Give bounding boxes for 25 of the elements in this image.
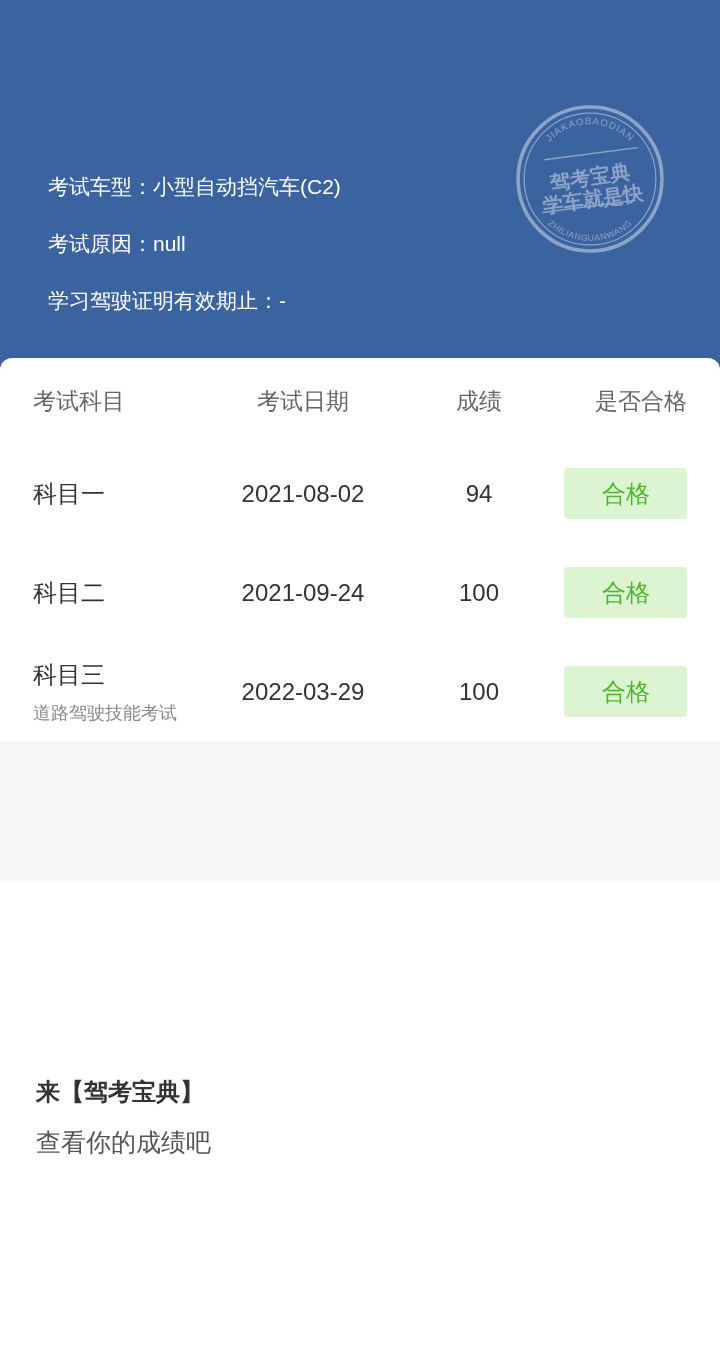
result-badge: 合格 bbox=[564, 567, 687, 618]
exam-date: 2021-09-24 bbox=[241, 578, 365, 607]
result-badge: 合格 bbox=[564, 666, 687, 717]
field-value: 小型自动挡汽车(C2) bbox=[153, 175, 341, 198]
promo-title: 来【驾考宝典】 bbox=[36, 1077, 205, 1107]
column-header: 成绩 bbox=[456, 386, 502, 416]
column-header: 考试科目 bbox=[33, 386, 125, 416]
result-badge: 合格 bbox=[564, 468, 687, 519]
exam-score: 94 bbox=[465, 479, 493, 508]
exam-score: 100 bbox=[458, 677, 499, 706]
field-value: - bbox=[279, 289, 286, 312]
subject-name: 科目二 bbox=[33, 577, 105, 608]
field-value: null bbox=[153, 232, 186, 255]
exam-score: 100 bbox=[458, 578, 499, 607]
exam-date: 2021-08-02 bbox=[241, 479, 365, 508]
subject-note: 道路驾驶技能考试 bbox=[33, 701, 177, 725]
subject-name: 科目三 bbox=[33, 659, 105, 690]
promo-subtitle: 查看你的成绩吧 bbox=[36, 1127, 212, 1158]
subject-name: 科目一 bbox=[33, 478, 105, 509]
field-label: 学习驾驶证明有效期止： bbox=[48, 289, 279, 312]
field-label: 考试原因： bbox=[48, 232, 153, 255]
exam-date: 2022-03-29 bbox=[241, 677, 365, 706]
column-header: 考试日期 bbox=[257, 386, 349, 416]
column-header: 是否合格 bbox=[595, 386, 687, 416]
field-label: 考试车型： bbox=[48, 175, 153, 198]
